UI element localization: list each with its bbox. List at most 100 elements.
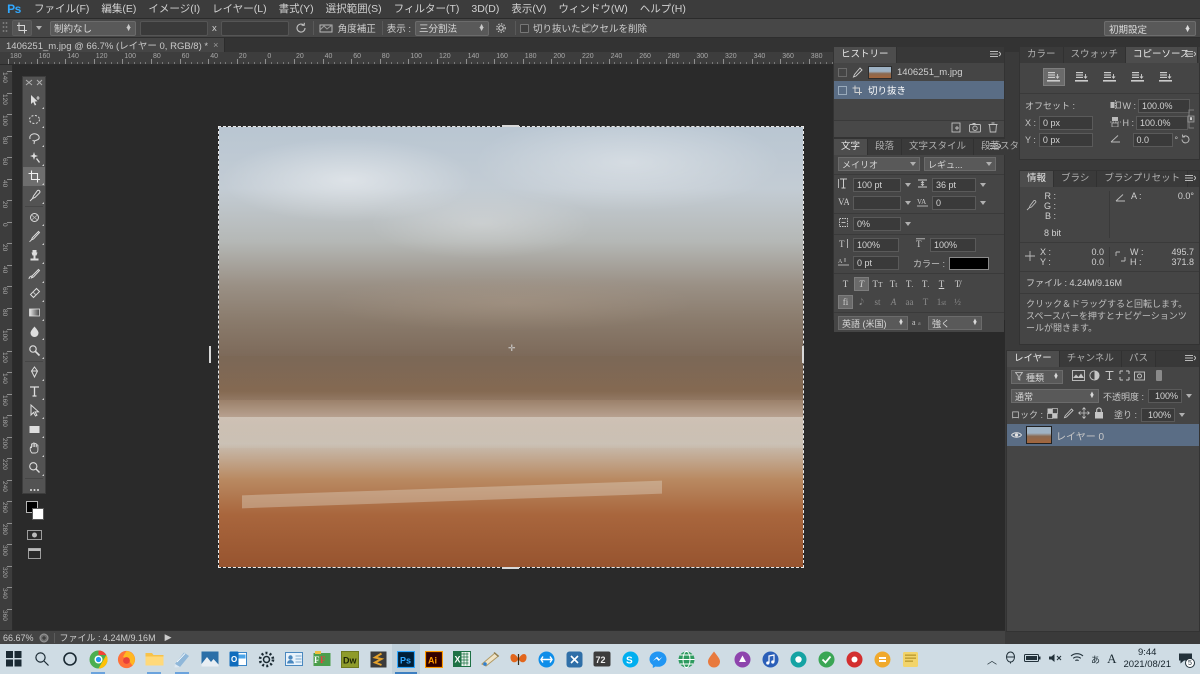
gradient-tool[interactable] xyxy=(23,303,45,322)
font-style-select[interactable]: レギュ... xyxy=(924,157,996,171)
panel-menu-icon[interactable] xyxy=(1185,50,1197,60)
clock[interactable]: 9:44 2021/08/21 xyxy=(1123,647,1171,671)
flip-horizontal-icon[interactable] xyxy=(1110,99,1121,113)
crop-overlay-select[interactable]: 三分割法 ▲ ▼ xyxy=(415,20,490,36)
72-icon[interactable]: 72 xyxy=(588,644,616,674)
workspace-selector[interactable]: 初期設定 ▲ ▼ xyxy=(1104,21,1196,36)
menu-item-8[interactable]: 表示(V) xyxy=(505,0,552,19)
history-item[interactable]: 1406251_m.jpg xyxy=(834,63,1004,81)
search-icon[interactable] xyxy=(28,644,56,674)
sublime-text-icon[interactable] xyxy=(364,644,392,674)
menu-item-4[interactable]: 書式(Y) xyxy=(273,0,320,19)
brush-tool[interactable] xyxy=(23,227,45,246)
tab-layers-2[interactable]: パス xyxy=(1121,351,1156,367)
crop-ratio-select[interactable]: 制約なし ▲ ▼ xyxy=(50,20,136,36)
copy-source-slot-2[interactable] xyxy=(1071,68,1093,86)
note-icon[interactable] xyxy=(896,644,924,674)
clip-icon[interactable] xyxy=(560,644,588,674)
tab-character-0[interactable]: 文字 xyxy=(834,139,869,155)
crop-width-input[interactable] xyxy=(140,20,208,36)
fill-input[interactable]: 100% xyxy=(1141,407,1176,422)
zoom-level[interactable]: 66.67% xyxy=(3,633,34,643)
fill-chevron-icon[interactable] xyxy=(1179,412,1186,417)
tool-preset-chevron-icon[interactable] xyxy=(36,26,42,30)
horizontal-scale-input[interactable]: 100% xyxy=(930,238,976,252)
illustrator-icon[interactable]: Ai xyxy=(420,644,448,674)
background-color-swatch[interactable] xyxy=(32,508,44,520)
photos-icon[interactable] xyxy=(196,644,224,674)
dreamweaver-icon[interactable]: Dw xyxy=(336,644,364,674)
opentype-button-fraction[interactable]: ½ xyxy=(950,295,965,309)
play-arrow-icon[interactable]: ▶ xyxy=(165,632,172,643)
file-explorer-icon[interactable] xyxy=(140,644,168,674)
menu-item-2[interactable]: イメージ(I) xyxy=(142,0,206,19)
link-icon[interactable] xyxy=(1187,109,1195,132)
copy-source-slot-3[interactable] xyxy=(1099,68,1121,86)
gear-icon[interactable] xyxy=(493,20,509,36)
zoom-tool[interactable] xyxy=(23,458,45,477)
font-style-button-T-underline[interactable]: T xyxy=(934,277,949,291)
spot-healing-brush-tool[interactable] xyxy=(23,208,45,227)
device-icon[interactable] xyxy=(1004,651,1017,667)
reset-icon[interactable] xyxy=(1180,134,1191,147)
close-icon[interactable]: × xyxy=(213,40,218,50)
reset-icon[interactable] xyxy=(293,20,309,36)
font-style-button-T-strike[interactable]: T̸ xyxy=(950,277,965,291)
tools-panel-header[interactable] xyxy=(23,77,45,87)
straighten-label[interactable]: 角度補正 xyxy=(338,21,376,35)
path-selection-tool[interactable] xyxy=(23,401,45,420)
tab-info-1[interactable]: ブラシ xyxy=(1054,171,1098,187)
blur-tool[interactable] xyxy=(23,322,45,341)
trash-icon[interactable] xyxy=(988,122,998,136)
menu-item-7[interactable]: 3D(D) xyxy=(465,0,505,19)
ime-icon[interactable]: あ xyxy=(1091,653,1100,666)
copy-source-slot-4[interactable] xyxy=(1127,68,1149,86)
clone-stamp-tool[interactable] xyxy=(23,246,45,265)
layer-visibility-icon[interactable] xyxy=(1010,431,1022,439)
hand-tool[interactable] xyxy=(23,439,45,458)
tab-info-2[interactable]: ブラシプリセット xyxy=(1097,171,1189,187)
layer-row[interactable]: レイヤー 0 xyxy=(1007,424,1199,446)
photoshop-icon[interactable]: Ps xyxy=(392,644,420,674)
snapshot-icon[interactable] xyxy=(969,122,981,136)
language-select[interactable]: 英語 (米国) ▲ ▼ xyxy=(838,316,908,330)
panel-menu-icon[interactable] xyxy=(990,142,1002,152)
cs-width-input[interactable]: 100.0% xyxy=(1138,99,1190,113)
opacity-chevron-icon[interactable] xyxy=(1186,394,1193,398)
tab-history[interactable]: ヒストリー xyxy=(834,47,897,63)
panel-menu-icon[interactable] xyxy=(990,50,1002,60)
teamviewer-icon[interactable] xyxy=(532,644,560,674)
pixel-filter-icon[interactable] xyxy=(1072,370,1085,384)
new-document-icon[interactable] xyxy=(951,122,962,136)
history-state-checkbox[interactable] xyxy=(838,85,847,95)
tab-layers-0[interactable]: レイヤー xyxy=(1007,351,1060,367)
drop-icon[interactable] xyxy=(700,644,728,674)
crop-handle-left[interactable] xyxy=(209,346,211,363)
menu-item-0[interactable]: ファイル(F) xyxy=(28,0,95,19)
screen-mode-icon[interactable] xyxy=(23,544,45,563)
menu-item-10[interactable]: ヘルプ(H) xyxy=(634,0,692,19)
undo-icon[interactable] xyxy=(580,20,596,36)
green-app-icon[interactable] xyxy=(812,644,840,674)
font-style-button-T-italic[interactable]: T xyxy=(854,277,869,291)
anti-alias-select[interactable]: 強く ▲ ▼ xyxy=(928,316,982,330)
filter-toggle-icon[interactable] xyxy=(1155,369,1163,385)
document-tab[interactable]: 1406251_m.jpg @ 66.7% (レイヤー 0, RGB/8) * … xyxy=(0,38,226,52)
crop-tool[interactable] xyxy=(23,167,45,186)
outlook-icon[interactable]: O xyxy=(224,644,252,674)
elliptical-marquee-tool[interactable] xyxy=(23,110,45,129)
opentype-button-titling[interactable]: T xyxy=(918,295,933,309)
lasso-tool[interactable] xyxy=(23,129,45,148)
pen-tool[interactable] xyxy=(23,363,45,382)
messenger-icon[interactable] xyxy=(644,644,672,674)
vertical-scale-input[interactable]: 100% xyxy=(853,238,899,252)
flip-vertical-icon[interactable] xyxy=(1109,116,1121,130)
cs-height-input[interactable]: 100.0% xyxy=(1136,116,1189,130)
globe-icon[interactable] xyxy=(672,644,700,674)
opentype-button-1st[interactable]: 1st xyxy=(934,295,949,309)
purple-app-icon[interactable] xyxy=(728,644,756,674)
move-tool[interactable] xyxy=(23,91,45,110)
sticky-notes-icon[interactable] xyxy=(168,644,196,674)
chevron-up-icon[interactable]: ︿ xyxy=(987,652,997,667)
copy-source-slot-5[interactable] xyxy=(1155,68,1177,86)
